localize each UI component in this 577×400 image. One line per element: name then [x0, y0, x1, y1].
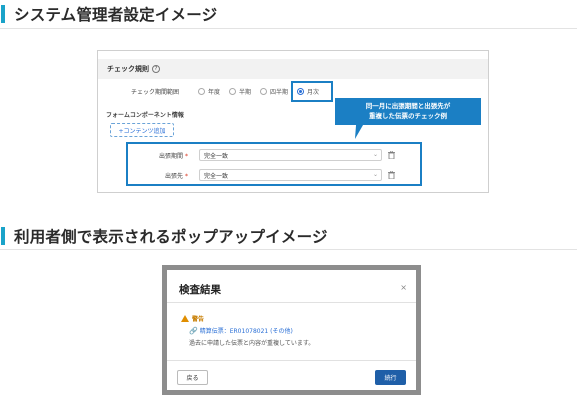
close-icon[interactable]: ×: [400, 283, 407, 292]
callout-box: 同一月に出張期間と出張先が 重複した伝票のチェック例: [335, 98, 481, 125]
field-row-trip-period: 出張期間 * 完全一致 ⌄: [128, 145, 395, 165]
admin-settings-heading-text: システム管理者設定イメージ: [14, 6, 218, 24]
duplicate-message: 過去に申請した伝票と内容が重複しています。: [189, 340, 315, 347]
radio-half[interactable]: 半期: [229, 87, 251, 96]
field-label: 出張期間 *: [128, 151, 191, 160]
settings-panel: チェック規則 ? チェック期間範囲 年度 半期 四半期 月次 フォームコンポーネ…: [97, 50, 489, 193]
trip-period-select[interactable]: 完全一致 ⌄: [199, 149, 382, 161]
popup-heading-text: 利用者側で表示されるポップアップイメージ: [14, 228, 328, 246]
radio-label: 半期: [239, 88, 252, 96]
heading-accent-bar: [1, 5, 5, 23]
warning-row: 警告: [181, 314, 204, 323]
callout-line-2: 重複した伝票のチェック例: [369, 112, 447, 120]
heading-divider: [0, 249, 577, 250]
voucher-link-text: 精算伝票：ER01078021 (その他): [199, 328, 293, 335]
radio-label: 年度: [208, 88, 221, 96]
popup-header-divider: [167, 302, 416, 303]
required-mark: *: [185, 172, 188, 180]
callout-pointer: [347, 125, 364, 139]
warning-icon: [181, 315, 189, 322]
voucher-link[interactable]: 🔗 精算伝票：ER01078021 (その他): [189, 326, 293, 336]
help-icon[interactable]: ?: [152, 65, 160, 73]
monthly-highlight-box: [291, 81, 333, 102]
popup-footer-divider: [167, 360, 416, 361]
radio-label: 四半期: [270, 88, 289, 96]
select-value: 完全一致: [204, 152, 229, 160]
radio-circle-icon: [260, 87, 268, 95]
heading-accent-bar: [1, 227, 5, 245]
popup-title: 検査結果: [179, 284, 221, 296]
heading-divider: [0, 28, 577, 29]
radio-circle-icon: [198, 87, 205, 95]
radio-annual[interactable]: 年度: [198, 87, 220, 96]
required-mark: *: [185, 152, 188, 160]
radio-quarter[interactable]: 四半期: [260, 87, 288, 96]
callout-line-1: 同一月に出張期間と出張先が: [365, 102, 451, 110]
chevron-down-icon: ⌄: [372, 151, 378, 158]
radio-circle-icon: [229, 87, 237, 95]
link-icon: 🔗: [189, 326, 198, 335]
chevron-down-icon: ⌄: [372, 171, 378, 178]
continue-button[interactable]: 続行: [375, 370, 406, 385]
add-content-button[interactable]: +コンテンツ追加: [110, 123, 174, 137]
warning-label: 警告: [192, 316, 205, 323]
popup-heading: 利用者側で表示されるポップアップイメージ: [0, 224, 328, 248]
check-rule-header: チェック規則 ?: [98, 59, 488, 79]
back-button[interactable]: 戻る: [177, 370, 208, 385]
period-label: チェック期間範囲: [131, 89, 180, 96]
destination-select[interactable]: 完全一致 ⌄: [199, 169, 382, 181]
inspection-result-popup: 検査結果 × 警告 🔗 精算伝票：ER01078021 (その他) 過去に申請し…: [162, 265, 421, 395]
field-row-destination: 出張先 * 完全一致 ⌄: [128, 165, 395, 185]
select-value: 完全一致: [204, 172, 229, 180]
component-label: フォームコンポーネント情報: [106, 112, 184, 119]
trash-icon[interactable]: [388, 151, 395, 159]
field-label: 出張先 *: [128, 171, 191, 180]
field-label-text: 出張期間: [158, 152, 183, 160]
admin-settings-heading: システム管理者設定イメージ: [0, 2, 217, 26]
field-label-text: 出張先: [164, 172, 183, 180]
trash-icon[interactable]: [388, 171, 395, 179]
check-rule-title: チェック規則: [107, 65, 149, 73]
